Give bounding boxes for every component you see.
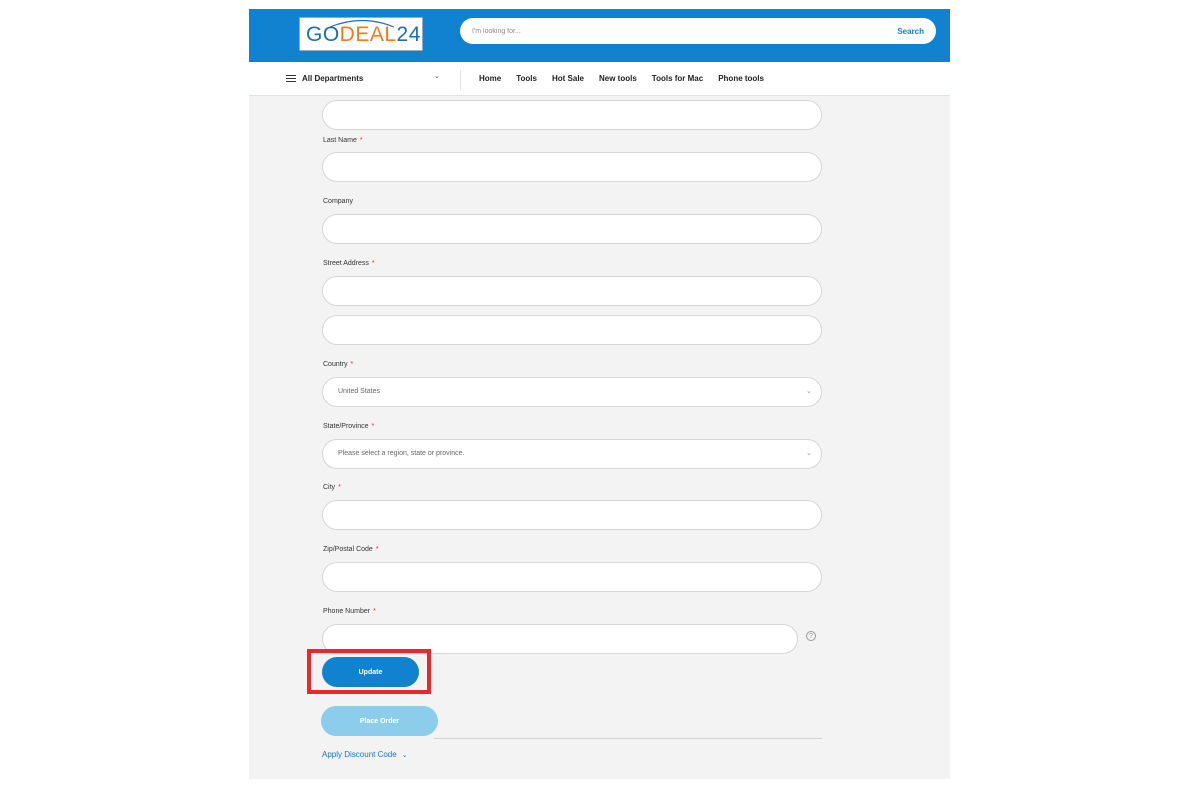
hamburger-menu-icon bbox=[286, 74, 296, 83]
place-order-button[interactable]: Place Order bbox=[321, 706, 438, 736]
company-field[interactable] bbox=[322, 214, 822, 244]
checkout-page: Last Name * Company Street Address * Count… bbox=[249, 9, 950, 779]
city-field[interactable] bbox=[322, 500, 822, 530]
company-label: Company bbox=[323, 198, 353, 205]
main-navigation: All Departments ⌄ Home Tools Hot Sale Ne… bbox=[249, 62, 950, 96]
highlight-box bbox=[307, 649, 431, 694]
chevron-down-icon: ⌄ bbox=[401, 752, 408, 759]
shipping-address-form: Last Name * Company Street Address * Count… bbox=[249, 9, 950, 779]
site-header: GODEAL24 Search bbox=[249, 9, 950, 62]
zip-postal-code-input[interactable] bbox=[323, 563, 821, 591]
divider bbox=[434, 738, 822, 739]
last-name-input[interactable] bbox=[323, 153, 821, 181]
all-departments-label: All Departments bbox=[302, 74, 364, 83]
phone-number-label: Phone Number * bbox=[323, 608, 376, 615]
nav-link-phone-tools[interactable]: Phone tools bbox=[718, 74, 764, 83]
nav-link-new-tools[interactable]: New tools bbox=[599, 74, 637, 83]
site-logo[interactable]: GODEAL24 bbox=[299, 17, 423, 51]
street-address-label: Street Address * bbox=[323, 260, 375, 267]
all-departments-menu[interactable]: All Departments ⌄ bbox=[286, 62, 466, 95]
last-name-label: Last Name * bbox=[323, 137, 363, 144]
state-province-select-value: Please select a region, state or provinc… bbox=[338, 450, 465, 457]
chevron-down-icon: ⌄ bbox=[434, 73, 440, 80]
street-address-line1-field[interactable] bbox=[322, 276, 822, 306]
chevron-down-icon: ⌄ bbox=[806, 388, 812, 395]
nav-link-hot-sale[interactable]: Hot Sale bbox=[552, 74, 584, 83]
help-tooltip-icon[interactable]: ? bbox=[806, 631, 816, 641]
nav-link-tools-for-mac[interactable]: Tools for Mac bbox=[652, 74, 703, 83]
country-select[interactable]: United States ⌄ bbox=[322, 377, 822, 407]
city-input[interactable] bbox=[323, 501, 821, 529]
search-button[interactable]: Search bbox=[876, 18, 936, 44]
logo-wordmark: GODEAL24 bbox=[306, 23, 421, 46]
nav-link-home[interactable]: Home bbox=[479, 74, 501, 83]
last-name-field[interactable] bbox=[322, 152, 822, 182]
state-province-label: State/Province * bbox=[323, 423, 375, 430]
city-label: City * bbox=[323, 484, 341, 491]
state-province-select[interactable]: Please select a region, state or provinc… bbox=[322, 439, 822, 469]
first-name-field[interactable] bbox=[322, 100, 822, 130]
nav-links: Home Tools Hot Sale New tools Tools for … bbox=[479, 62, 779, 95]
first-name-input[interactable] bbox=[323, 101, 821, 129]
company-input[interactable] bbox=[323, 215, 821, 243]
search-input[interactable] bbox=[460, 18, 870, 44]
search-bar: Search bbox=[460, 18, 936, 44]
street-address-line2-input[interactable] bbox=[323, 316, 821, 344]
street-address-line1-input[interactable] bbox=[323, 277, 821, 305]
nav-link-tools[interactable]: Tools bbox=[516, 74, 537, 83]
country-select-value: United States bbox=[338, 388, 381, 395]
apply-discount-code-link[interactable]: Apply Discount Code ⌄ bbox=[322, 750, 408, 759]
zip-postal-code-label: Zip/Postal Code * bbox=[323, 546, 379, 553]
country-label: Country * bbox=[323, 361, 354, 368]
street-address-line2-field[interactable] bbox=[322, 315, 822, 345]
nav-divider bbox=[460, 70, 461, 90]
chevron-down-icon: ⌄ bbox=[806, 450, 812, 457]
zip-postal-code-field[interactable] bbox=[322, 562, 822, 592]
